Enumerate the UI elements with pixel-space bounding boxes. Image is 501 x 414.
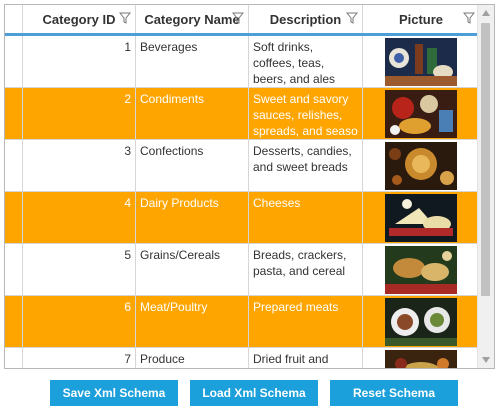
grid-header: Category ID Category Name Description Pi…: [5, 5, 479, 36]
cell-category-id[interactable]: 2: [23, 88, 136, 139]
table-row[interactable]: 4 Dairy Products Cheeses: [5, 192, 479, 244]
column-header-description[interactable]: Description: [249, 5, 363, 33]
filter-icon[interactable]: [119, 12, 131, 24]
cell-picture[interactable]: [363, 88, 479, 139]
cell-picture[interactable]: [363, 296, 479, 347]
cell-description[interactable]: Prepared meats: [249, 296, 363, 347]
cell-category-id[interactable]: 4: [23, 192, 136, 243]
row-indicator[interactable]: [5, 88, 23, 139]
row-indicator[interactable]: [5, 192, 23, 243]
scroll-up-button[interactable]: [478, 5, 494, 21]
cell-category-name[interactable]: Dairy Products: [136, 192, 249, 243]
row-indicator[interactable]: [5, 244, 23, 295]
cell-category-id[interactable]: 1: [23, 36, 136, 87]
column-header-label: Picture: [398, 11, 444, 27]
chevron-down-icon: [482, 357, 490, 363]
cell-category-id[interactable]: 6: [23, 296, 136, 347]
cell-category-name[interactable]: Beverages: [136, 36, 249, 87]
reset-schema-button[interactable]: Reset Schema: [330, 380, 458, 406]
cell-category-name[interactable]: Condiments: [136, 88, 249, 139]
row-indicator[interactable]: [5, 140, 23, 191]
cell-description[interactable]: Soft drinks, coffees, teas, beers, and a…: [249, 36, 363, 87]
scrollbar-thumb[interactable]: [481, 23, 490, 296]
column-header-category-id[interactable]: Category ID: [23, 5, 136, 33]
category-picture: [384, 350, 457, 368]
grid-body: 1 Beverages Soft drinks, coffees, teas, …: [5, 36, 479, 368]
row-indicator[interactable]: [5, 348, 23, 368]
column-header-label: Description: [269, 11, 342, 27]
cell-category-name[interactable]: Grains/Cereals: [136, 244, 249, 295]
cell-description[interactable]: Desserts, candies, and sweet breads: [249, 140, 363, 191]
cell-description[interactable]: Sweet and savory sauces, relishes, sprea…: [249, 88, 363, 139]
cell-picture[interactable]: [363, 244, 479, 295]
column-header-label: Category Name: [144, 11, 240, 27]
column-header-picture[interactable]: Picture: [363, 5, 479, 33]
cell-picture[interactable]: [363, 36, 479, 87]
row-indicator[interactable]: [5, 36, 23, 87]
category-grid: Category ID Category Name Description Pi…: [4, 4, 495, 369]
table-row[interactable]: 3 Confections Desserts, candies, and swe…: [5, 140, 479, 192]
chevron-up-icon: [482, 10, 490, 16]
column-header-label: Category ID: [42, 11, 116, 27]
category-picture: [384, 194, 457, 242]
category-picture: [384, 246, 457, 294]
button-bar: Save Xml Schema Load Xml Schema Reset Sc…: [0, 380, 501, 406]
table-row[interactable]: 2 Condiments Sweet and savory sauces, re…: [5, 88, 479, 140]
filter-icon[interactable]: [463, 12, 475, 24]
category-picture: [384, 90, 457, 138]
cell-category-name[interactable]: Confections: [136, 140, 249, 191]
cell-picture[interactable]: [363, 140, 479, 191]
scroll-down-button[interactable]: [478, 352, 494, 368]
vertical-scrollbar[interactable]: [477, 5, 494, 368]
table-row[interactable]: 5 Grains/Cereals Breads, crackers, pasta…: [5, 244, 479, 296]
row-indicator[interactable]: [5, 296, 23, 347]
filter-icon[interactable]: [232, 12, 244, 24]
category-picture: [384, 298, 457, 346]
cell-picture[interactable]: [363, 348, 479, 368]
cell-description[interactable]: Dried fruit and: [249, 348, 363, 368]
table-row[interactable]: 1 Beverages Soft drinks, coffees, teas, …: [5, 36, 479, 88]
cell-category-name[interactable]: Produce: [136, 348, 249, 368]
cell-category-name[interactable]: Meat/Poultry: [136, 296, 249, 347]
cell-description[interactable]: Breads, crackers, pasta, and cereal: [249, 244, 363, 295]
cell-category-id[interactable]: 7: [23, 348, 136, 368]
cell-category-id[interactable]: 5: [23, 244, 136, 295]
filter-icon[interactable]: [346, 12, 358, 24]
table-row[interactable]: 7 Produce Dried fruit and: [5, 348, 479, 368]
row-header-corner: [5, 5, 23, 33]
cell-description[interactable]: Cheeses: [249, 192, 363, 243]
category-picture: [384, 142, 457, 190]
cell-picture[interactable]: [363, 192, 479, 243]
save-xml-schema-button[interactable]: Save Xml Schema: [50, 380, 178, 406]
load-xml-schema-button[interactable]: Load Xml Schema: [190, 380, 318, 406]
category-picture: [384, 38, 457, 86]
table-row[interactable]: 6 Meat/Poultry Prepared meats: [5, 296, 479, 348]
column-header-category-name[interactable]: Category Name: [136, 5, 249, 33]
cell-category-id[interactable]: 3: [23, 140, 136, 191]
